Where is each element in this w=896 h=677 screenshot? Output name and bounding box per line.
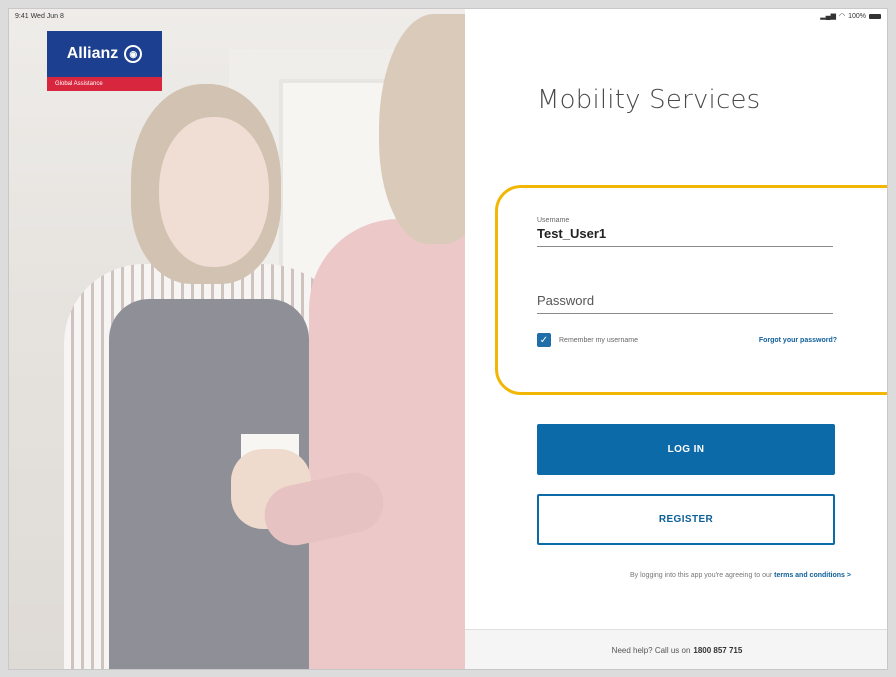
login-button[interactable]: LOG IN	[537, 424, 835, 475]
password-underline	[537, 313, 833, 314]
logo-subtitle: Global Assistance	[47, 77, 162, 91]
status-time: 9:41 Wed Jun 8	[15, 12, 64, 20]
login-panel: Mobility Services Username Test_User1 Pa…	[465, 9, 887, 669]
page-title: Mobility Services	[537, 85, 761, 115]
allianz-logo: Allianz ◉ Global Assistance	[47, 31, 162, 91]
username-underline	[537, 246, 833, 247]
signal-icon: ▂▄▆	[820, 13, 836, 20]
remember-row: ✓ Remember my username Forgot your passw…	[537, 331, 837, 349]
register-button[interactable]: REGISTER	[537, 494, 835, 545]
forgot-password-link[interactable]: Forgot your password?	[759, 337, 837, 344]
logo-wordmark: Allianz	[66, 45, 119, 62]
terms-notice: By logging into this app you're agreeing…	[531, 572, 851, 579]
remember-checkbox[interactable]: ✓	[537, 333, 551, 347]
device-frame: 9:41 Wed Jun 8 ▂▄▆ ◠ 100% Allianz ◉ Glob…	[0, 0, 896, 677]
help-bar: Need help? Call us on 1800 857 715	[465, 629, 887, 669]
app-screen: 9:41 Wed Jun 8 ▂▄▆ ◠ 100% Allianz ◉ Glob…	[8, 8, 888, 670]
battery-percent: 100%	[848, 12, 866, 20]
remember-label: Remember my username	[559, 336, 638, 344]
hero-photo	[9, 9, 465, 669]
password-field[interactable]: Password	[537, 293, 833, 314]
username-value[interactable]: Test_User1	[537, 224, 833, 246]
password-placeholder[interactable]: Password	[537, 293, 833, 313]
eagle-icon: ◉	[124, 45, 143, 63]
help-phone-link[interactable]: 1800 857 715	[693, 646, 742, 655]
terms-prefix: By logging into this app you're agreeing…	[629, 572, 773, 579]
terms-link[interactable]: terms and conditions	[774, 572, 845, 579]
status-indicators: ▂▄▆ ◠ 100%	[820, 12, 881, 20]
username-field[interactable]: Username Test_User1	[537, 217, 833, 247]
status-bar: 9:41 Wed Jun 8 ▂▄▆ ◠ 100%	[9, 9, 887, 23]
battery-icon	[869, 13, 881, 19]
username-label: Username	[537, 217, 570, 224]
remember-checkbox-group[interactable]: ✓ Remember my username	[537, 333, 638, 347]
help-text: Need help? Call us on	[611, 646, 691, 655]
terms-chevron[interactable]: >	[847, 572, 851, 579]
wifi-icon: ◠	[838, 13, 846, 20]
